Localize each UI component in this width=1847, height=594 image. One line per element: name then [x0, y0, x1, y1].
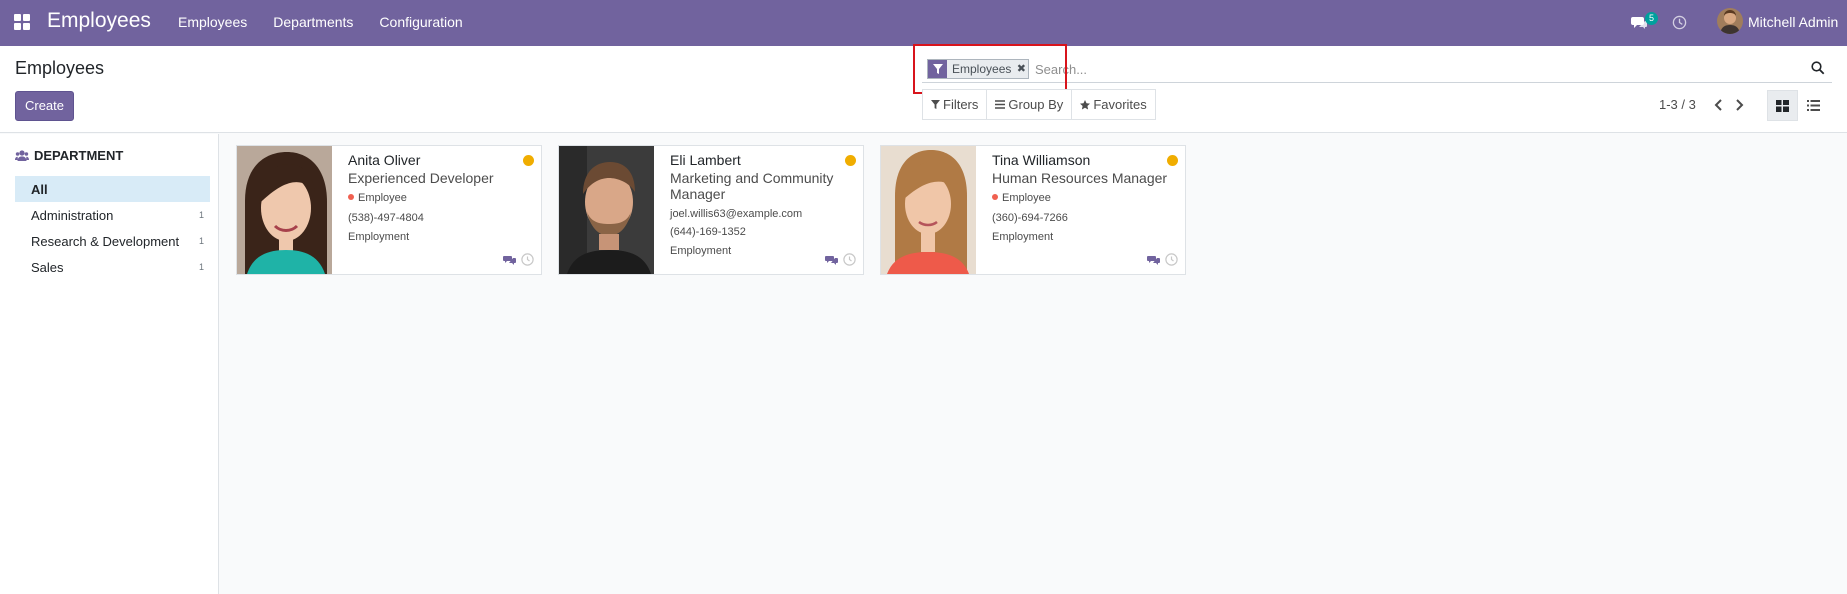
- search-facet: Employees ✖: [927, 59, 1030, 79]
- activity-clock-icon[interactable]: [521, 253, 534, 266]
- employee-card[interactable]: Eli Lambert Marketing and Community Mana…: [558, 145, 864, 275]
- user-name[interactable]: Mitchell Admin: [1748, 14, 1838, 30]
- list-view-button[interactable]: [1798, 90, 1829, 121]
- department-header-label: DEPARTMENT: [34, 148, 124, 163]
- department-item-sales[interactable]: Sales 1: [15, 254, 210, 280]
- main-menu: Employees Departments Configuration: [165, 0, 476, 46]
- department-panel: DEPARTMENT All Administration 1 Research…: [0, 134, 219, 594]
- tag-color-dot: [348, 194, 354, 200]
- employee-photo: [881, 146, 976, 274]
- filters-button[interactable]: Filters: [922, 89, 988, 120]
- menu-configuration[interactable]: Configuration: [366, 0, 475, 46]
- employee-phone: (644)-169-1352: [670, 226, 746, 238]
- user-avatar[interactable]: [1717, 8, 1743, 34]
- menu-employees[interactable]: Employees: [165, 0, 260, 46]
- favorites-label: Favorites: [1093, 97, 1147, 112]
- chat-icon[interactable]: [825, 255, 838, 266]
- employee-job-title: Marketing and Community Manager: [670, 170, 834, 202]
- chat-icon[interactable]: [1147, 255, 1160, 266]
- activity-clock-icon[interactable]: [1672, 15, 1687, 30]
- employee-tag-label: Employee: [1002, 192, 1051, 204]
- group-by-button[interactable]: Group By: [987, 89, 1073, 120]
- filter-icon: [931, 100, 940, 109]
- search-options: Filters Group By Favorites: [922, 89, 1156, 120]
- employee-tag-label: Employee: [358, 192, 407, 204]
- pager-previous-icon[interactable]: [1712, 97, 1726, 113]
- department-label: Research & Development: [31, 233, 180, 249]
- employee-photo: [559, 146, 654, 274]
- search-bar: Employees ✖: [922, 55, 1832, 83]
- list-icon: [1807, 100, 1820, 111]
- app-brand[interactable]: Employees: [47, 9, 151, 33]
- kanban-view-button[interactable]: [1767, 90, 1798, 121]
- kanban-icon: [1776, 99, 1789, 112]
- employee-note: Employment: [670, 245, 732, 257]
- view-switcher: [1767, 90, 1829, 121]
- department-item-research-development[interactable]: Research & Development 1: [15, 228, 210, 254]
- apps-grid-icon[interactable]: [14, 14, 30, 30]
- department-list: All Administration 1 Research & Developm…: [15, 176, 210, 280]
- tag-color-dot: [992, 194, 998, 200]
- bars-icon: [995, 100, 1006, 109]
- employee-name: Eli Lambert: [670, 152, 741, 168]
- menu-departments[interactable]: Departments: [260, 0, 366, 46]
- employee-job-title: Human Resources Manager: [992, 170, 1168, 186]
- employee-photo: [237, 146, 332, 274]
- employee-card[interactable]: Anita Oliver Experienced Developer Emplo…: [236, 145, 542, 275]
- department-header: DEPARTMENT: [15, 148, 123, 163]
- star-icon: [1080, 99, 1091, 109]
- filter-icon: [928, 60, 947, 78]
- facet-value: Employees: [952, 62, 1012, 76]
- department-label: Administration: [31, 207, 114, 223]
- employee-phone: (538)-497-4804: [348, 212, 424, 224]
- employee-email: joel.willis63@example.com: [670, 208, 803, 220]
- department-count: 1: [198, 262, 204, 272]
- top-navbar: Employees Employees Departments Configur…: [0, 0, 1847, 46]
- favorites-button[interactable]: Favorites: [1072, 89, 1156, 120]
- search-icon[interactable]: [1811, 61, 1825, 75]
- control-panel: Employees Create Employees ✖ Filters Gro…: [0, 44, 1847, 133]
- employee-phone: (360)-694-7266: [992, 212, 1068, 224]
- page-title: Employees: [15, 58, 105, 78]
- group-by-label: Group By: [1008, 97, 1064, 112]
- presence-status-dot: [1167, 155, 1178, 166]
- employee-note: Employment: [348, 231, 410, 243]
- employee-note: Employment: [992, 231, 1054, 243]
- users-icon: [15, 150, 29, 161]
- presence-status-dot: [523, 155, 534, 166]
- department-count: 1: [198, 236, 204, 246]
- department-count: 1: [198, 210, 204, 220]
- search-input[interactable]: [1035, 59, 1795, 79]
- chat-icon[interactable]: [503, 255, 516, 266]
- department-label: All: [31, 181, 48, 197]
- filters-label: Filters: [943, 97, 979, 112]
- employee-job-title: Experienced Developer: [348, 170, 494, 186]
- department-item-all[interactable]: All: [15, 176, 210, 202]
- create-button[interactable]: Create: [15, 91, 74, 121]
- activity-clock-icon[interactable]: [1165, 253, 1178, 266]
- employee-tag: Employee: [992, 192, 1051, 204]
- employee-tag: Employee: [348, 192, 407, 204]
- department-item-administration[interactable]: Administration 1: [15, 202, 210, 228]
- department-label: Sales: [31, 259, 64, 275]
- activity-clock-icon[interactable]: [843, 253, 856, 266]
- pager-next-icon[interactable]: [1732, 97, 1746, 113]
- employee-name: Tina Williamson: [992, 152, 1091, 168]
- employee-card[interactable]: Tina Williamson Human Resources Manager …: [880, 145, 1186, 275]
- employee-name: Anita Oliver: [348, 152, 421, 168]
- presence-status-dot: [845, 155, 856, 166]
- chat-count-badge: 5: [1645, 12, 1658, 25]
- facet-remove-icon[interactable]: ✖: [1014, 60, 1028, 78]
- pager-value[interactable]: 1-3 / 3: [1659, 97, 1696, 112]
